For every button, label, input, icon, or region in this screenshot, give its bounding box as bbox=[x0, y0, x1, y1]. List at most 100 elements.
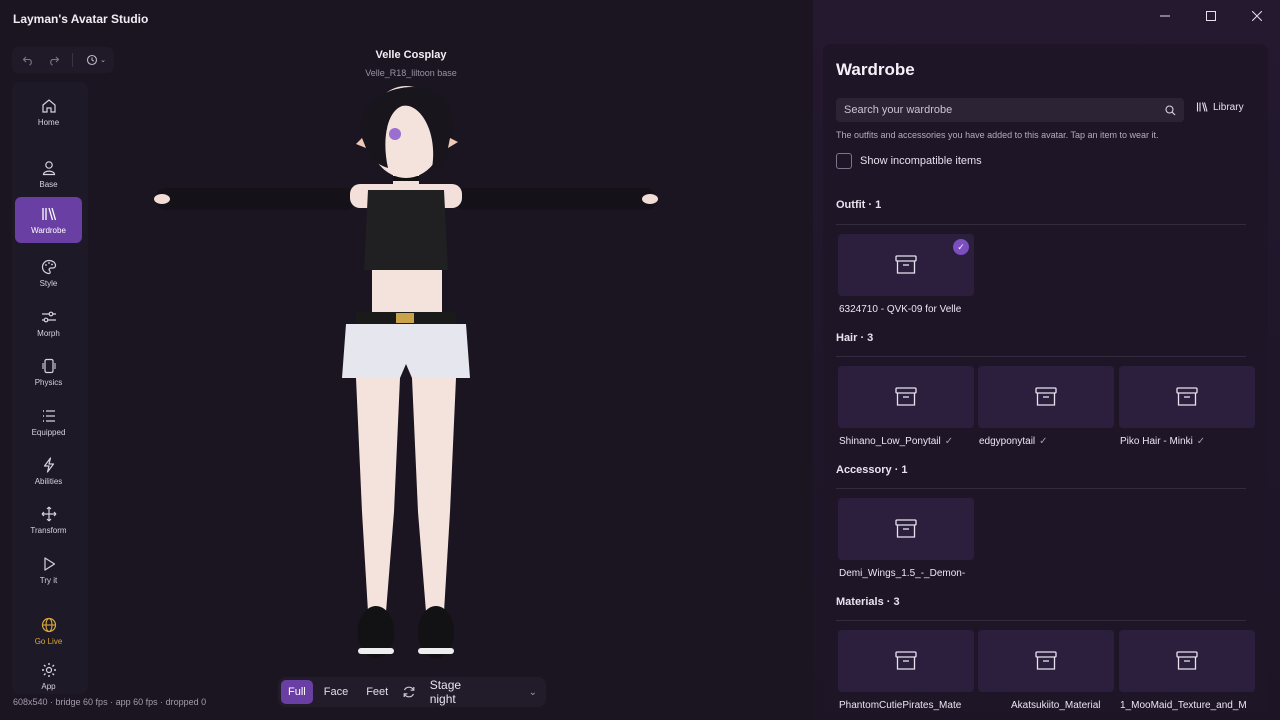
environment-select[interactable]: Stage night ⌄ bbox=[424, 678, 543, 706]
library-icon bbox=[1196, 102, 1208, 112]
archive-box-icon bbox=[1035, 651, 1057, 670]
section-heading-outfit: Outfit · 1 bbox=[836, 199, 882, 211]
compatible-check: ✓ bbox=[944, 436, 954, 447]
library-label: Library bbox=[1213, 101, 1244, 113]
sidebar-item-physics[interactable]: Physics bbox=[15, 349, 82, 395]
archive-box-icon bbox=[895, 387, 917, 406]
app-title: Layman's Avatar Studio bbox=[13, 12, 149, 26]
panel-description: The outfits and accessories you have add… bbox=[836, 130, 1159, 140]
maximize-button[interactable] bbox=[1188, 0, 1234, 32]
wardrobe-item-label: edgyponytail ✓ bbox=[979, 436, 1117, 447]
avatar-model[interactable] bbox=[150, 72, 662, 664]
library-icon bbox=[41, 207, 56, 221]
wardrobe-item-card[interactable] bbox=[838, 366, 974, 428]
archive-box-icon bbox=[1035, 387, 1057, 406]
checkbox-label: Show incompatible items bbox=[860, 155, 982, 167]
user-icon bbox=[42, 161, 55, 176]
close-icon bbox=[1252, 11, 1262, 21]
wardrobe-panel: Wardrobe Library The outfits and accesso… bbox=[823, 44, 1268, 712]
sidebar-item-equipped[interactable]: Equipped bbox=[15, 399, 82, 445]
performance-stats: 608x540 · bridge 60 fps · app 60 fps · d… bbox=[13, 697, 207, 707]
show-incompatible-toggle[interactable]: Show incompatible items bbox=[836, 153, 982, 169]
archive-box-icon bbox=[895, 519, 917, 538]
view-feet-button[interactable]: Feet bbox=[359, 680, 395, 704]
minimize-button[interactable] bbox=[1142, 0, 1188, 32]
archive-box-icon bbox=[895, 651, 917, 670]
sidebar-item-label: Transform bbox=[30, 526, 67, 535]
globe-icon bbox=[41, 617, 56, 633]
sidebar-nav: Home Base Wardrobe Style Morph Physics E… bbox=[12, 82, 88, 694]
wardrobe-search bbox=[836, 98, 1184, 122]
compatible-check: ✓ bbox=[1196, 436, 1206, 447]
wardrobe-item-label: Piko Hair - Minki ✓ bbox=[1120, 436, 1258, 447]
minimize-icon bbox=[1160, 15, 1170, 17]
wardrobe-item-card[interactable] bbox=[978, 630, 1114, 692]
wardrobe-item-name: edgyponytail bbox=[979, 436, 1036, 447]
sidebar-item-label: Try it bbox=[39, 576, 58, 585]
wardrobe-item-card[interactable] bbox=[838, 630, 974, 692]
sidebar-item-style[interactable]: Style bbox=[15, 250, 82, 296]
play-icon bbox=[43, 557, 55, 571]
phone-icon bbox=[41, 358, 56, 374]
archive-box-icon bbox=[1176, 651, 1198, 670]
wardrobe-item-card[interactable]: ✓ bbox=[838, 234, 974, 296]
wardrobe-item-card[interactable] bbox=[978, 366, 1114, 428]
wardrobe-item-card[interactable] bbox=[1119, 366, 1255, 428]
wardrobe-item-name: 6324710 - QVK-09 for Velle bbox=[839, 304, 962, 315]
checkbox[interactable] bbox=[836, 153, 852, 169]
wardrobe-item-card[interactable] bbox=[838, 498, 974, 560]
view-face-button[interactable]: Face bbox=[317, 680, 355, 704]
sidebar-item-base[interactable]: Base bbox=[15, 151, 82, 197]
sliders-icon bbox=[41, 311, 56, 323]
sidebar-item-label: Go Live bbox=[34, 637, 63, 646]
sidebar-item-wardrobe[interactable]: Wardrobe bbox=[15, 197, 82, 243]
search-icon[interactable] bbox=[1165, 104, 1176, 116]
sidebar-item-home[interactable]: Home bbox=[15, 89, 82, 135]
section-heading-hair: Hair · 3 bbox=[836, 332, 874, 344]
wardrobe-item-card[interactable] bbox=[1119, 630, 1255, 692]
sidebar-item-go-live[interactable]: Go Live bbox=[15, 608, 82, 654]
sidebar-item-label: Base bbox=[39, 180, 58, 189]
maximize-icon bbox=[1206, 11, 1216, 21]
window-controls bbox=[1142, 0, 1280, 32]
sidebar-item-label: Equipped bbox=[31, 428, 66, 437]
archive-box-icon bbox=[1176, 387, 1198, 406]
sidebar-item-label: Abilities bbox=[34, 477, 63, 486]
worn-check-badge: ✓ bbox=[953, 239, 969, 255]
close-button[interactable] bbox=[1234, 0, 1280, 32]
archive-box-icon bbox=[895, 255, 917, 274]
compatible-check: ✓ bbox=[1039, 436, 1048, 447]
sidebar-item-label: Style bbox=[39, 279, 58, 288]
sidebar-item-app[interactable]: App bbox=[15, 658, 82, 694]
chevron-down-icon: ⌄ bbox=[528, 686, 537, 698]
gear-icon bbox=[41, 663, 56, 677]
wardrobe-item-name: Shinano_Low_Ponytail bbox=[839, 436, 941, 447]
wardrobe-item-name: Piko Hair - Minki bbox=[1120, 436, 1193, 447]
section-heading-materials: Materials · 3 bbox=[836, 596, 900, 608]
environment-value: Stage night bbox=[429, 678, 462, 706]
wardrobe-item-label: Shinano_Low_Ponytail ✓ bbox=[839, 436, 977, 447]
palette-icon bbox=[41, 259, 56, 275]
sidebar-item-abilities[interactable]: Abilities bbox=[15, 448, 82, 494]
view-full-button[interactable]: Full bbox=[281, 680, 313, 704]
wardrobe-item-name: 1_MooMaid_Texture_and_M bbox=[1120, 700, 1247, 711]
search-input[interactable] bbox=[844, 104, 1144, 116]
section-divider bbox=[836, 224, 1246, 225]
section-divider bbox=[836, 620, 1246, 621]
panel-title: Wardrobe bbox=[836, 60, 915, 79]
model-name: Velle Cosplay bbox=[375, 49, 447, 61]
section-divider bbox=[836, 356, 1246, 357]
sidebar-item-label: Home bbox=[37, 118, 60, 127]
wardrobe-item-name: PhantomCutiePirates_Mate bbox=[839, 700, 962, 711]
sidebar-item-try-it[interactable]: Try it bbox=[15, 547, 82, 593]
refresh-button[interactable] bbox=[399, 680, 420, 704]
section-heading-accessory: Accessory · 1 bbox=[836, 464, 908, 476]
section-divider bbox=[836, 488, 1246, 489]
sidebar-item-label: Wardrobe bbox=[31, 226, 66, 235]
home-icon bbox=[41, 99, 56, 113]
sidebar-item-morph[interactable]: Morph bbox=[15, 300, 82, 346]
sidebar-item-transform[interactable]: Transform bbox=[15, 497, 82, 543]
move-icon bbox=[41, 506, 56, 522]
library-button[interactable]: Library bbox=[1196, 101, 1244, 113]
list-icon bbox=[42, 410, 55, 422]
